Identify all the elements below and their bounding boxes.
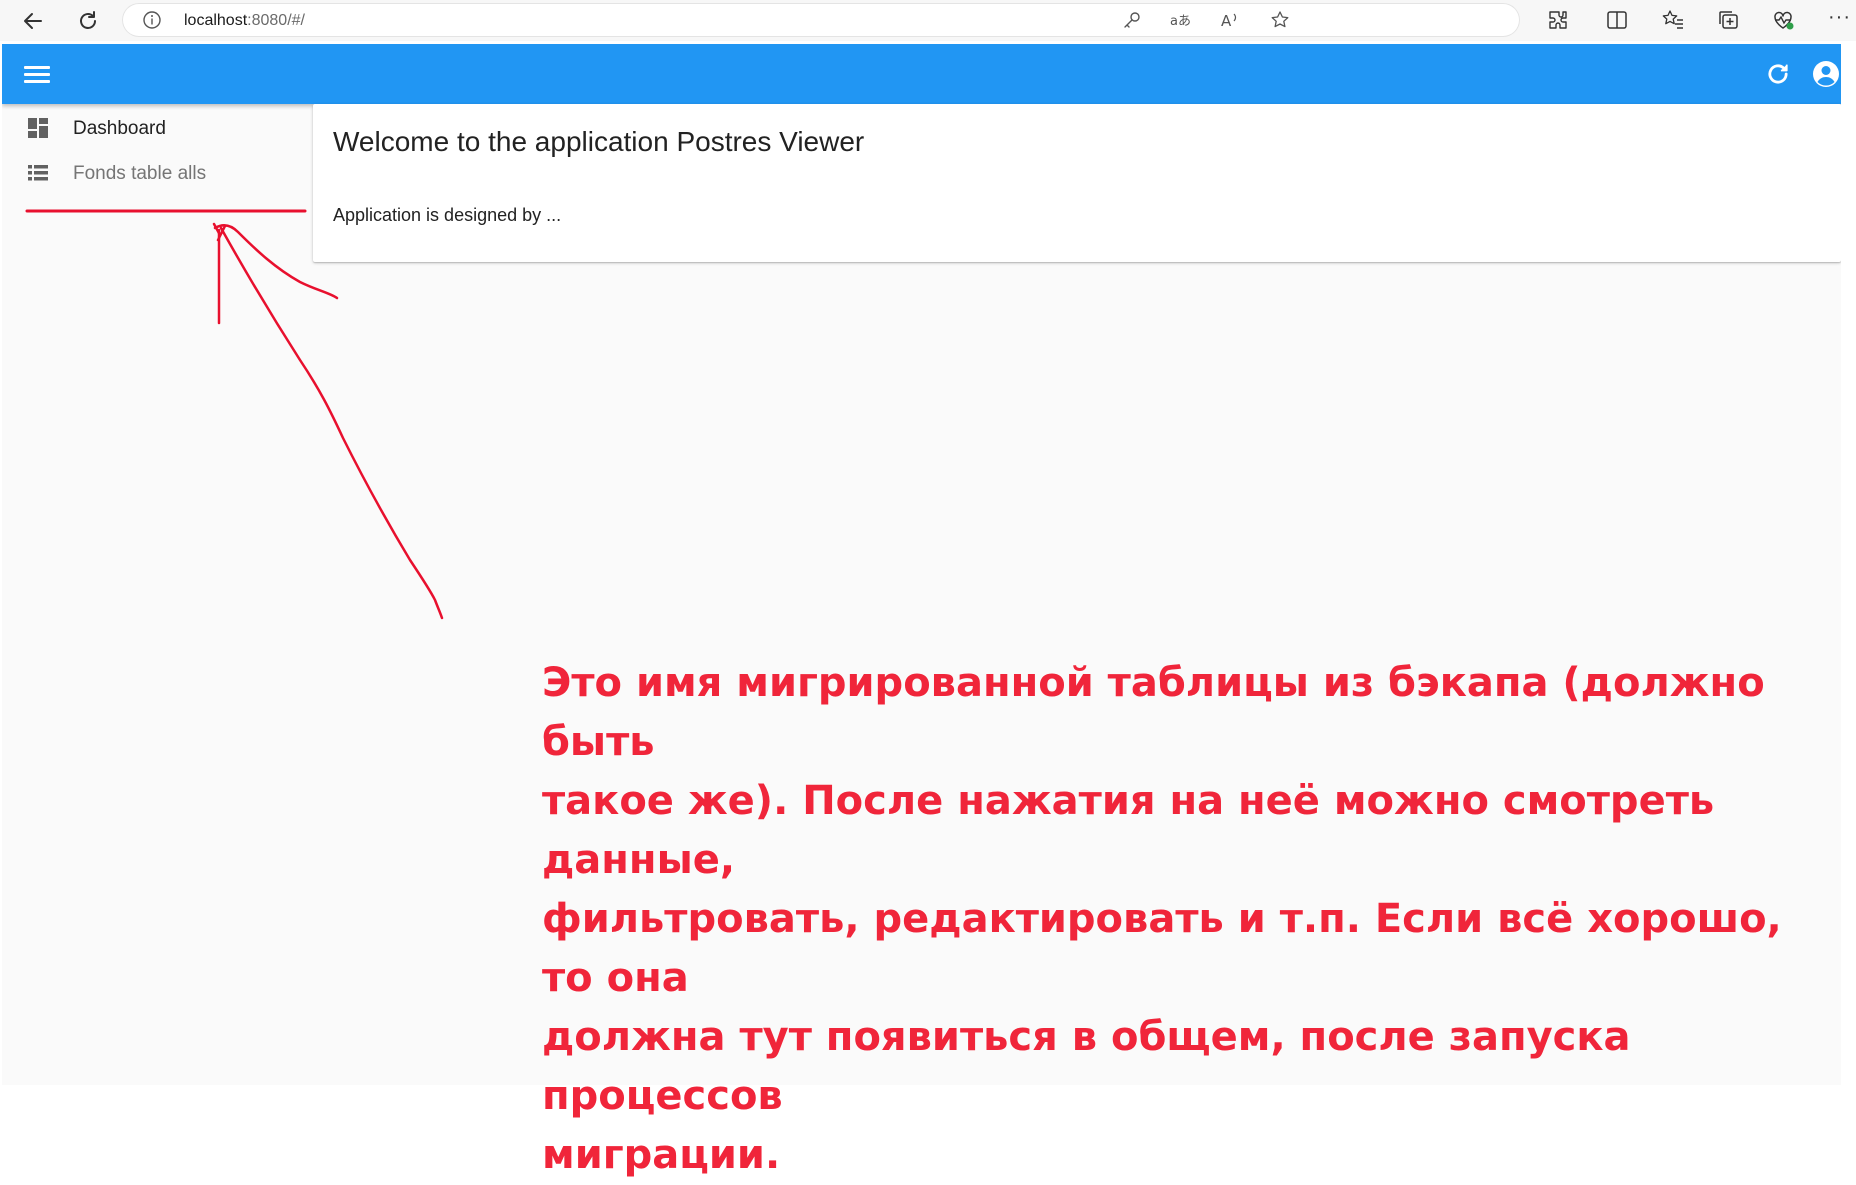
sidebar: Dashboard Fonds table alls (2, 104, 310, 1085)
url-path: :8080/#/ (247, 12, 305, 29)
menu-icon[interactable] (24, 62, 50, 86)
annotation-text: Это имя мигрированной таблицы из бэкапа … (542, 654, 1832, 1185)
reload-icon[interactable] (74, 7, 102, 35)
list-icon (26, 161, 50, 185)
browser-toolbar: localhost:8080/#/ aあ A ··· (0, 0, 1856, 41)
favorites-icon[interactable] (1661, 8, 1685, 32)
address-bar[interactable]: localhost:8080/#/ aあ A (122, 3, 1520, 37)
sidebar-item-dashboard[interactable]: Dashboard (2, 106, 310, 150)
annotation-line: фильтровать, редактировать и т.п. Если в… (542, 896, 1782, 1001)
card-body-text: Application is designed by ... (333, 205, 562, 225)
performance-icon[interactable] (1771, 8, 1795, 32)
svg-text:A: A (1221, 12, 1232, 30)
collections-icon[interactable] (1716, 8, 1740, 32)
page-title: Welcome to the application Postres Viewe… (333, 126, 865, 157)
url-host: localhost (184, 12, 248, 29)
dashboard-icon (26, 116, 50, 140)
split-screen-icon[interactable] (1605, 8, 1629, 32)
annotation-line: такое же). После нажатия на неё можно см… (542, 778, 1715, 883)
refresh-icon[interactable] (1764, 60, 1792, 88)
annotation-line: Это имя мигрированной таблицы из бэкапа … (542, 660, 1765, 765)
annotation-line: миграции. (542, 1132, 781, 1178)
account-icon[interactable] (1811, 59, 1841, 89)
sidebar-item-label: Dashboard (73, 118, 166, 139)
info-icon[interactable] (142, 10, 162, 30)
welcome-card: Welcome to the application Postres Viewe… (313, 104, 1841, 262)
annotation-line: должна тут появиться в общем, после запу… (542, 1014, 1631, 1119)
translate-icon[interactable]: aあ (1170, 10, 1191, 30)
address-url[interactable]: localhost:8080/#/ (184, 12, 305, 30)
key-icon[interactable] (1122, 10, 1142, 30)
favorite-star-icon[interactable] (1270, 10, 1290, 30)
sidebar-item-label: Fonds table alls (73, 163, 207, 184)
more-icon[interactable]: ··· (1828, 6, 1851, 29)
extensions-icon[interactable] (1546, 8, 1570, 32)
sidebar-item-fonds-table-alls[interactable]: Fonds table alls (2, 151, 310, 195)
read-aloud-icon[interactable]: A (1220, 10, 1240, 30)
app-bar (2, 44, 1841, 104)
svg-text:aあ: aあ (1170, 14, 1190, 29)
back-icon[interactable] (19, 7, 47, 35)
